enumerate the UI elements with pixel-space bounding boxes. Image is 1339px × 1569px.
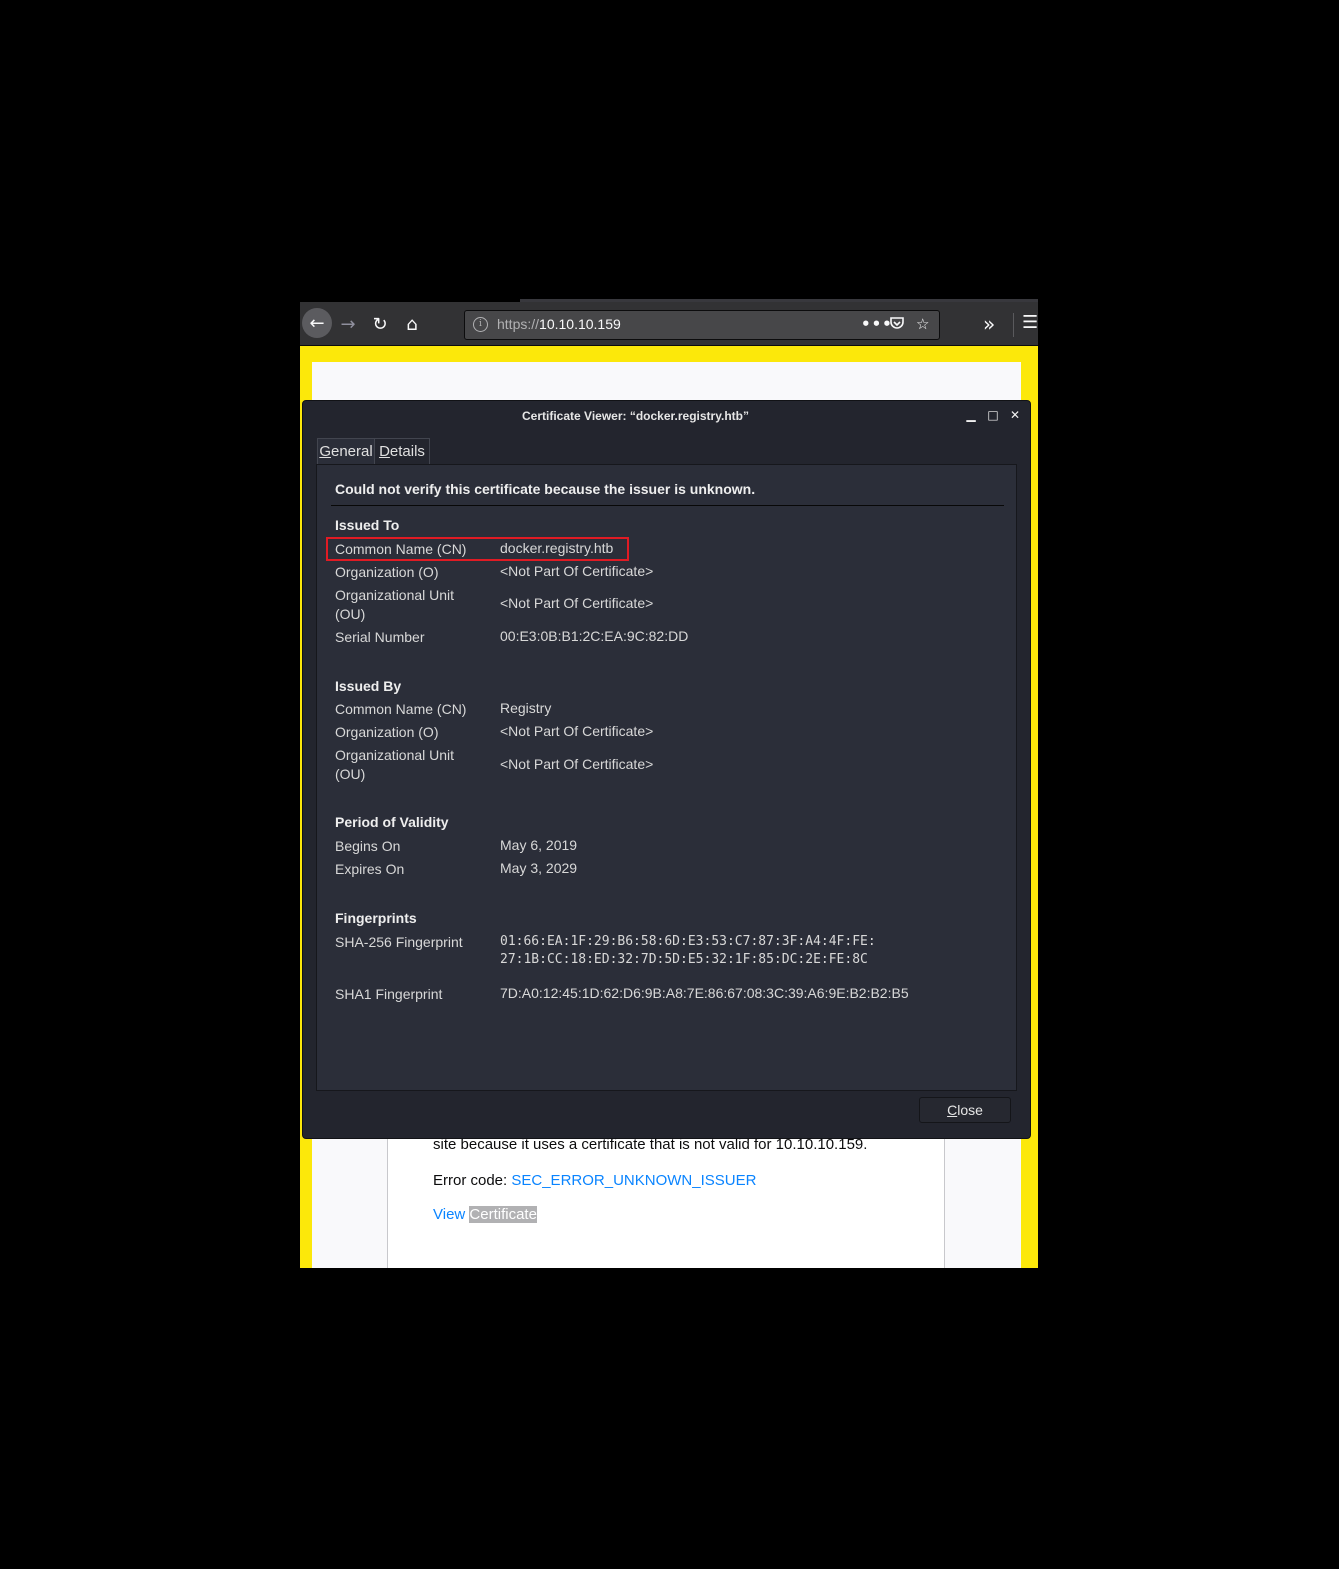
url-host: 10.10.10.159	[539, 316, 621, 332]
error-code-link[interactable]: SEC_ERROR_UNKNOWN_ISSUER	[511, 1172, 756, 1189]
overflow-icon[interactable]: »	[983, 312, 995, 336]
issued-to-org-label: Organization (O)	[335, 564, 439, 580]
view-label: View	[433, 1206, 470, 1223]
issued-by-ou-value: <Not Part Of Certificate>	[500, 756, 654, 772]
tab-general[interactable]: General	[317, 438, 375, 464]
validity-heading: Period of Validity	[335, 814, 449, 830]
sha256-value-line2: 27:1B:CC:18:ED:32:7D:5D:E5:32:1F:85:DC:2…	[500, 952, 868, 967]
close-label: lose	[957, 1102, 983, 1118]
maximize-icon[interactable]: □	[985, 407, 1001, 423]
tab-general-label: eneral	[330, 443, 373, 460]
navigation-toolbar: ← → ↻ ⌂ i https://10.10.10.159 ••• ☆ » ☰	[300, 302, 1038, 346]
serial-number-label: Serial Number	[335, 629, 425, 645]
dialog-title: Certificate Viewer: “docker.registry.htb…	[522, 409, 749, 423]
general-panel: Could not verify this certificate becaus…	[316, 464, 1017, 1091]
serial-number-value: 00:E3:0B:B1:2C:EA:9C:82:DD	[500, 628, 689, 644]
close-mnemonic: C	[947, 1102, 958, 1118]
begins-on-label: Begins On	[335, 838, 401, 854]
issued-by-org-label: Organization (O)	[335, 724, 439, 740]
expires-on-value: May 3, 2029	[500, 860, 578, 876]
close-icon[interactable]: ✕	[1007, 407, 1023, 423]
issued-by-ou-label: Organizational Unit (OU)	[335, 747, 455, 782]
sha1-label: SHA1 Fingerprint	[335, 986, 443, 1002]
begins-on-value: May 6, 2019	[500, 837, 578, 853]
view-certificate-link[interactable]: View Certificate	[433, 1206, 537, 1223]
home-icon[interactable]: ⌂	[398, 310, 426, 338]
pocket-icon[interactable]	[889, 315, 905, 335]
issued-by-heading: Issued By	[335, 678, 402, 694]
sha1-value: 7D:A0:12:45:1D:62:D6:9B:A8:7E:86:67:08:3…	[500, 985, 909, 1001]
sha256-value-line1: 01:66:EA:1F:29:B6:58:6D:E3:53:C7:87:3F:A…	[500, 934, 876, 949]
issued-by-cn-value: Registry	[500, 700, 552, 716]
sha256-label: SHA-256 Fingerprint	[335, 934, 463, 950]
error-code-label: Error code:	[433, 1172, 512, 1189]
issued-to-heading: Issued To	[335, 517, 400, 533]
url-scheme: https://	[497, 316, 540, 332]
issued-to-org-value: <Not Part Of Certificate>	[500, 563, 654, 579]
issued-to-ou-value: <Not Part Of Certificate>	[500, 595, 654, 611]
certificate-label: Certificate	[469, 1206, 537, 1223]
back-arrow-icon[interactable]: ←	[302, 308, 332, 338]
tab-details-mnemonic: D	[379, 443, 390, 460]
verification-warning: Could not verify this certificate becaus…	[335, 481, 756, 497]
error-code-line: Error code: SEC_ERROR_UNKNOWN_ISSUER	[433, 1172, 756, 1189]
issued-to-cn-label: Common Name (CN)	[335, 541, 467, 557]
divider	[331, 505, 1004, 506]
tab-details-label: etails	[389, 443, 425, 460]
star-icon[interactable]: ☆	[916, 315, 929, 333]
toolbar-separator	[1013, 313, 1014, 337]
url-text[interactable]: https://10.10.10.159	[497, 316, 621, 332]
forward-arrow-icon[interactable]: →	[334, 310, 362, 338]
minimize-icon[interactable]: ▁	[963, 407, 979, 423]
issued-by-cn-label: Common Name (CN)	[335, 701, 467, 717]
reload-icon[interactable]: ↻	[366, 310, 394, 338]
expires-on-label: Expires On	[335, 861, 405, 877]
issued-to-cn-value: docker.registry.htb	[500, 540, 614, 556]
url-bar[interactable]: i https://10.10.10.159 ••• ☆	[464, 310, 940, 340]
issued-to-ou-label: Organizational Unit (OU)	[335, 587, 455, 622]
hamburger-menu-icon[interactable]: ☰	[1022, 312, 1038, 333]
certificate-viewer-dialog: Certificate Viewer: “docker.registry.htb…	[302, 400, 1031, 1139]
issued-by-org-value: <Not Part Of Certificate>	[500, 723, 654, 739]
tab-details[interactable]: Details	[375, 438, 430, 464]
tab-general-mnemonic: G	[319, 443, 331, 460]
close-button[interactable]: Close	[919, 1097, 1011, 1123]
info-icon[interactable]: i	[473, 317, 488, 332]
fingerprints-heading: Fingerprints	[335, 910, 417, 926]
more-icon[interactable]: •••	[861, 315, 893, 333]
